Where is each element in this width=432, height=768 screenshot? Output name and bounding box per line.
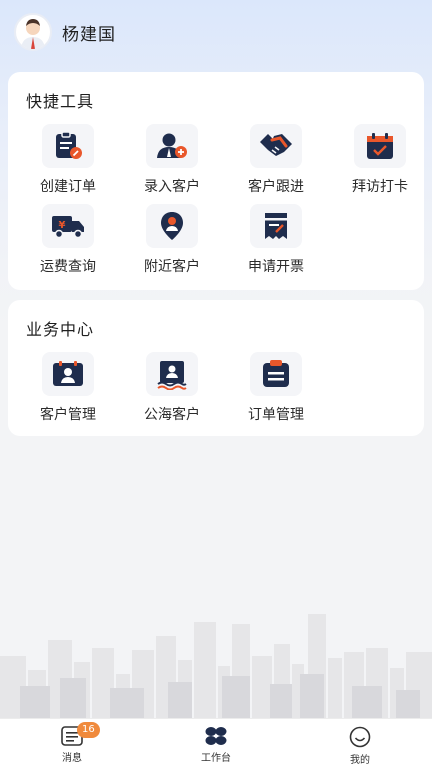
customer-card-icon (42, 352, 94, 396)
tool-apply-invoice[interactable]: 申请开票 (224, 204, 328, 276)
tool-add-customer[interactable]: 录入客户 (120, 124, 224, 196)
tool-freight-query[interactable]: ¥ 运费查询 (16, 204, 120, 276)
tab-messages[interactable]: 16 消息 (0, 719, 144, 768)
biz-customer-management[interactable]: 客户管理 (16, 352, 120, 424)
location-pin-icon (146, 204, 198, 248)
tab-workbench[interactable]: 工作台 (144, 719, 288, 768)
add-customer-icon (146, 124, 198, 168)
business-center-card: 业务中心 客户管理 公海客户 订单管理 (8, 300, 424, 436)
username: 杨建国 (62, 24, 116, 45)
message-count-badge: 16 (77, 722, 100, 738)
tool-label: 录入客户 (144, 179, 200, 195)
avatar[interactable] (14, 13, 52, 51)
biz-label: 订单管理 (248, 407, 304, 423)
tool-label: 拜访打卡 (352, 179, 408, 195)
bottom-tab-bar: 16 消息 工作台 我的 (0, 718, 432, 768)
biz-order-management[interactable]: 订单管理 (224, 352, 328, 424)
quick-tools-card: 快捷工具 创建订单 录入客户 客户跟进 拜访打卡 ¥ 运费查询 附近客户 申请开… (8, 72, 424, 290)
biz-label: 客户管理 (40, 407, 96, 423)
tool-label: 附近客户 (144, 259, 200, 275)
tool-create-order[interactable]: 创建订单 (16, 124, 120, 196)
user-header: 杨建国 (0, 0, 432, 64)
tab-label: 我的 (350, 755, 370, 766)
calendar-check-icon (354, 124, 406, 168)
tab-label: 工作台 (201, 753, 231, 764)
create-order-icon (42, 124, 94, 168)
tool-nearby-customers[interactable]: 附近客户 (120, 204, 224, 276)
tool-label: 申请开票 (248, 259, 304, 275)
tool-visit-checkin[interactable]: 拜访打卡 (328, 124, 432, 196)
sea-customer-icon (146, 352, 198, 396)
svg-text:¥: ¥ (59, 220, 66, 231)
tool-label: 创建订单 (40, 179, 96, 195)
tab-label: 消息 (62, 753, 82, 764)
biz-label: 公海客户 (144, 407, 200, 423)
tool-label: 客户跟进 (248, 179, 304, 195)
tool-label: 运费查询 (40, 259, 96, 275)
truck-icon: ¥ (42, 204, 94, 248)
handshake-icon (250, 124, 302, 168)
business-center-title: 业务中心 (26, 320, 95, 339)
tool-customer-followup[interactable]: 客户跟进 (224, 124, 328, 196)
order-list-icon (250, 352, 302, 396)
invoice-icon (250, 204, 302, 248)
tab-profile[interactable]: 我的 (288, 719, 432, 768)
city-skyline-illustration (0, 614, 432, 720)
quick-tools-title: 快捷工具 (26, 92, 95, 111)
biz-sea-customers[interactable]: 公海客户 (120, 352, 224, 424)
profile-icon (349, 726, 371, 748)
workbench-icon (205, 727, 227, 745)
